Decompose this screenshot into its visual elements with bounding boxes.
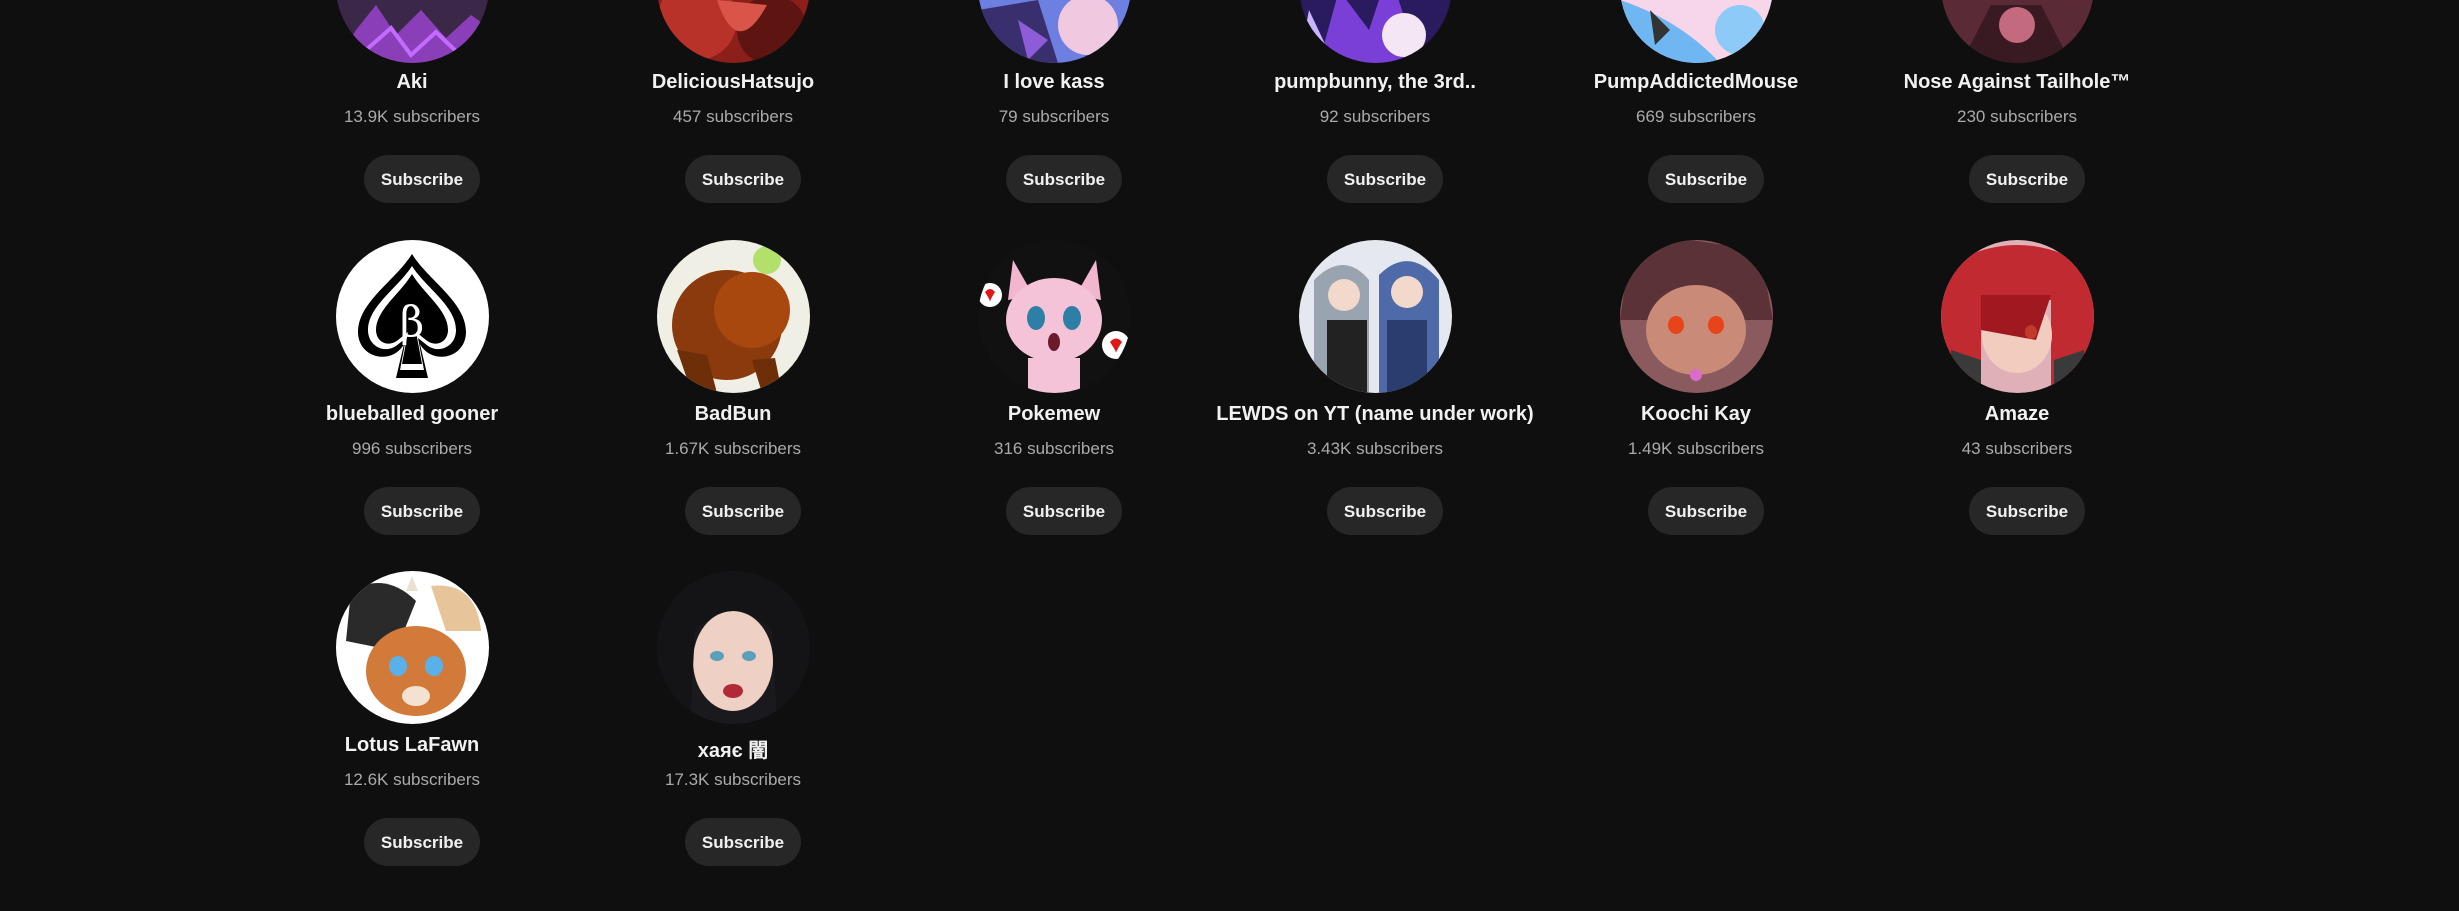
subscriber-count: 1.49K subscribers — [1627, 439, 1765, 458]
purple-bunny-avatar[interactable] — [1299, 0, 1452, 63]
subscriber-count: 12.6K subscribers — [343, 770, 481, 789]
subscribe-button[interactable]: Subscribe — [364, 818, 480, 866]
subscribe-button[interactable]: Subscribe — [1969, 487, 2085, 535]
subscribe-button[interactable]: Subscribe — [1006, 155, 1122, 203]
brown-bunny-avatar[interactable] — [657, 240, 810, 393]
subscriber-count: 457 subscribers — [672, 107, 793, 126]
dark-red-art-avatar[interactable] — [1941, 0, 2094, 63]
subscriber-count: 17.3K subscribers — [664, 770, 802, 789]
subscriber-count: 92 subscribers — [1319, 107, 1431, 126]
pink-cat-avatar[interactable] — [978, 240, 1131, 393]
subscriber-count: 316 subscribers — [993, 439, 1114, 458]
channel-name[interactable]: blueballed gooner — [252, 403, 572, 426]
subscribe-button[interactable]: Subscribe — [364, 155, 480, 203]
anime-characters-avatar[interactable] — [1299, 240, 1452, 393]
red-art-avatar[interactable] — [657, 0, 810, 63]
subscriber-count: 1.67K subscribers — [664, 439, 802, 458]
channel-name[interactable]: DeliciousHatsujo — [573, 71, 893, 94]
blue-mouse-avatar[interactable] — [1620, 0, 1773, 63]
spade-beta-avatar[interactable]: β — [336, 240, 489, 393]
subscribe-button[interactable]: Subscribe — [1327, 487, 1443, 535]
subscribe-button[interactable]: Subscribe — [685, 487, 801, 535]
subscriber-count: 13.9K subscribers — [343, 107, 481, 126]
subscribe-button[interactable]: Subscribe — [1006, 487, 1122, 535]
red-hair-avatar[interactable] — [1941, 240, 2094, 393]
subscribe-button[interactable]: Subscribe — [1648, 155, 1764, 203]
subscriber-count: 3.43K subscribers — [1306, 439, 1444, 458]
brown-fox-avatar[interactable] — [1620, 240, 1773, 393]
channel-grid: Aki 13.9K subscribers Subscribe Deliciou… — [0, 0, 2459, 911]
subscriber-count: 996 subscribers — [351, 439, 472, 458]
channel-name[interactable]: I love kass — [894, 71, 1214, 94]
subscribe-button[interactable]: Subscribe — [1327, 155, 1443, 203]
subscribe-button[interactable]: Subscribe — [1648, 487, 1764, 535]
dark-purple-art-avatar[interactable] — [336, 0, 489, 63]
subscriber-count: 79 subscribers — [998, 107, 1110, 126]
subscriber-count: 669 subscribers — [1635, 107, 1756, 126]
channel-name[interactable]: Nose Against Tailhole™ — [1857, 71, 2177, 94]
subscribe-button[interactable]: Subscribe — [364, 487, 480, 535]
blue-purple-art-avatar[interactable] — [978, 0, 1131, 63]
dark-hair-avatar[interactable] — [657, 571, 810, 724]
channel-name[interactable]: Amaze — [1857, 403, 2177, 426]
channel-name[interactable]: LEWDS on YT (name under work) — [1215, 403, 1535, 426]
channel-name[interactable]: pumpbunny, the 3rd.. — [1215, 71, 1535, 94]
subscriber-count: 43 subscribers — [1961, 439, 2073, 458]
channel-name[interactable]: PumpAddictedMouse — [1536, 71, 1856, 94]
channel-name[interactable]: Lotus LaFawn — [252, 734, 572, 757]
subscriber-count: 230 subscribers — [1956, 107, 2077, 126]
subscribe-button[interactable]: Subscribe — [685, 155, 801, 203]
channel-name[interactable]: BadBun — [573, 403, 893, 426]
svg-text:β: β — [400, 297, 424, 346]
subscribe-button[interactable]: Subscribe — [1969, 155, 2085, 203]
channel-name[interactable]: Aki — [252, 71, 572, 94]
fawn-avatar[interactable] — [336, 571, 489, 724]
channel-name[interactable]: Pokemew — [894, 403, 1214, 426]
channel-name[interactable]: xaяє 闇 — [573, 734, 893, 763]
channel-name[interactable]: Koochi Kay — [1536, 403, 1856, 426]
subscribe-button[interactable]: Subscribe — [685, 818, 801, 866]
